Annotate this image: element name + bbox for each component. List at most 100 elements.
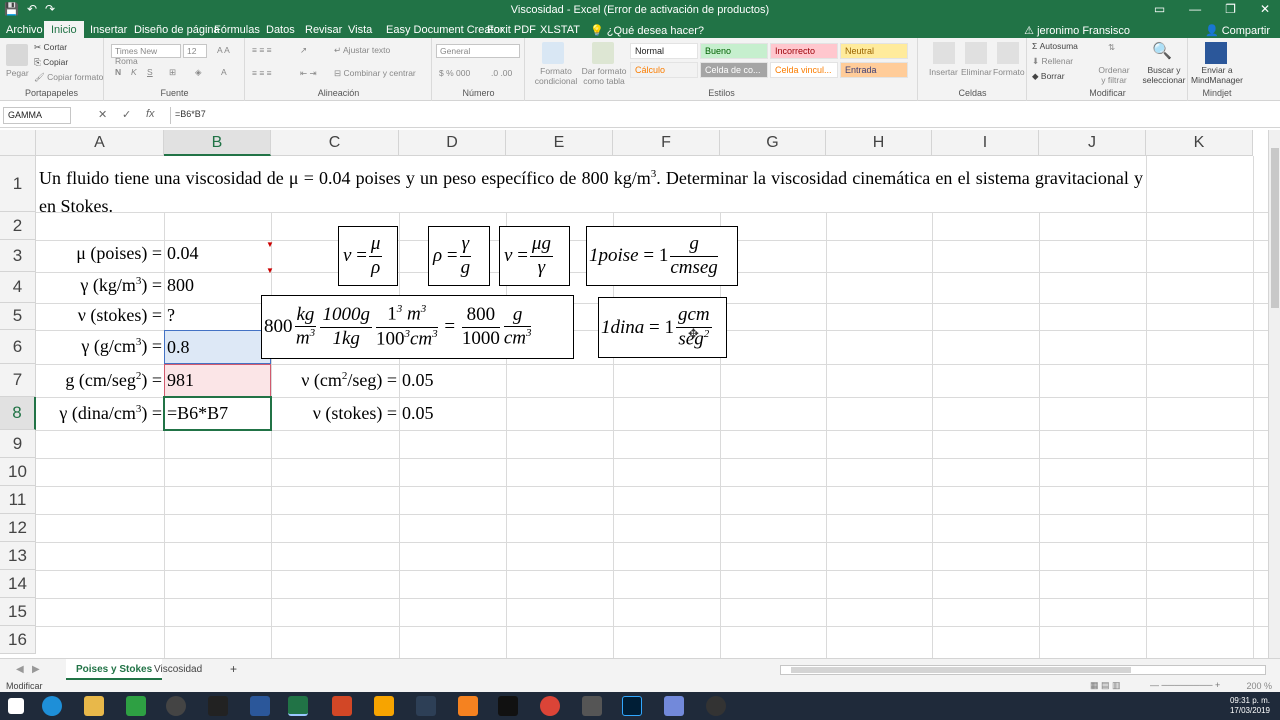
tab-archivo[interactable]: Archivo [6,23,43,37]
style-normal[interactable]: Normal [630,43,698,59]
clear-button[interactable]: ◆ Borrar [1032,71,1065,82]
cell-b8-editing[interactable]: =B6*B7 [167,403,228,424]
cell-d7[interactable]: 0.05 [402,370,434,391]
formula-input[interactable]: =B6*B7 [170,107,1268,124]
insert-function-button[interactable]: fx [146,108,155,120]
chrome-icon[interactable] [540,696,560,716]
align-top-icon[interactable]: ≡ ≡ ≡ [252,45,272,55]
ribbon-display-button[interactable]: ▭ [1154,2,1165,16]
column-header-d[interactable]: D [399,130,506,156]
file-explorer-icon[interactable] [84,696,104,716]
cancel-formula-button[interactable]: ✕ [98,108,107,121]
equation-rho-gamma-g[interactable]: ρ = γg [428,226,490,286]
paste-icon[interactable] [6,44,28,66]
word-icon[interactable] [250,696,270,716]
copy-button[interactable]: ⎘ Copiar [34,57,68,68]
format-cells-button[interactable]: Formato [993,67,1025,77]
row-header-7[interactable]: 7 [0,364,36,397]
bold-button[interactable]: N [115,67,121,77]
underline-button[interactable]: S [147,67,153,77]
italic-button[interactable]: K [131,67,137,77]
row-header-3[interactable]: 3 [0,240,36,272]
tab-diseno-pagina[interactable]: Diseño de página [134,23,220,37]
column-header-g[interactable]: G [720,130,826,156]
tab-foxit[interactable]: Foxit PDF [487,23,536,37]
font-name-combo[interactable]: Times New Roma [111,44,181,66]
sheet-tab-viscosidad[interactable]: Viscosidad [144,659,212,680]
column-header-b[interactable]: B [164,130,271,156]
orientation-icon[interactable]: ↗ [300,45,307,56]
horizontal-scrollbar-thumb[interactable] [791,667,1131,673]
column-header-i[interactable]: I [932,130,1039,156]
tab-easy-document[interactable]: Easy Document Creator [386,23,503,37]
cell-a5[interactable]: ν (stokes) = [36,305,162,326]
vertical-scrollbar[interactable] [1268,130,1280,658]
enter-formula-button[interactable]: ✓ [122,108,131,121]
share-button[interactable]: 👤 Compartir [1205,24,1270,37]
tell-me-search[interactable]: 💡 ¿Qué desea hacer? [590,23,704,38]
edge-icon[interactable] [42,696,62,716]
delete-cells-button[interactable]: Eliminar [961,67,992,77]
format-as-table-button[interactable]: Dar formato como tabla [580,66,628,86]
decimal-icon[interactable]: .0 .00 [491,68,512,78]
cell-a4[interactable]: γ (kg/m3) = [36,275,162,296]
row-header-16[interactable]: 16 [0,626,36,654]
cell-b4[interactable]: 800 [167,275,194,296]
zoom-level[interactable]: 200 % [1246,681,1272,691]
style-input[interactable]: Entrada [840,62,908,78]
style-linked-cell[interactable]: Celda vincul... [770,62,838,78]
row-header-1[interactable]: 1 [0,156,36,212]
column-header-f[interactable]: F [613,130,720,156]
store-icon[interactable] [126,696,146,716]
tab-xlstat[interactable]: XLSTAT [540,23,580,37]
row-header-9[interactable]: 9 [0,430,36,458]
taskbar-clock[interactable]: 09:31 p. m. 17/03/2019 [1230,696,1270,716]
indent-icon[interactable]: ⇤ ⇥ [300,68,317,79]
align-left-icon[interactable]: ≡ ≡ ≡ [252,68,272,78]
epic-games-icon[interactable] [498,696,518,716]
cell-a3[interactable]: μ (poises) = [36,243,162,264]
number-format-combo[interactable]: General [436,44,520,58]
user-account[interactable]: ⚠ jeronimo Fransisco [1024,24,1130,37]
column-header-c[interactable]: C [271,130,399,156]
equation-nu-mug-gamma[interactable]: ν = μg γ [499,226,570,286]
cell-a8[interactable]: γ (dina/cm3) = [36,403,162,424]
column-header-j[interactable]: J [1039,130,1146,156]
merge-center-button[interactable]: ⊟ Combinar y centrar [334,68,416,79]
photoshop-icon[interactable] [622,696,642,716]
mindmanager-icon[interactable] [1205,42,1227,64]
equation-dina[interactable]: 1dina = 1 gcm seg2 [598,297,727,358]
equation-unit-conversion[interactable]: 800 kg m3 1000g 1kg 13 m3 1003cm3 = 800 1000… [261,295,574,359]
row-header-5[interactable]: 5 [0,303,36,330]
style-bad[interactable]: Incorrecto [770,43,838,59]
zoom-slider[interactable]: — ──────── + [1150,680,1220,690]
equation-poise[interactable]: 1poise = 1 g cmseg [586,226,738,286]
row-header-8[interactable]: 8 [0,397,36,430]
column-header-a[interactable]: A [36,130,164,156]
search-icon[interactable]: 🔍 [1152,41,1172,61]
equation-nu-mu-rho[interactable]: ν = μρ [338,226,398,286]
close-button[interactable]: ✕ [1260,2,1270,16]
find-select-button[interactable]: Buscar y seleccionar [1140,65,1188,85]
row-header-2[interactable]: 2 [0,212,36,240]
vlc-icon[interactable] [458,696,478,716]
tab-datos[interactable]: Datos [266,23,295,37]
row-header-6[interactable]: 6 [0,330,36,364]
cell-b5[interactable]: ? [167,305,175,326]
cell-a7[interactable]: g (cm/seg2) = [36,370,162,391]
row-header-4[interactable]: 4 [0,272,36,303]
font-color-icon[interactable]: A [221,67,227,77]
format-painter-button[interactable]: 🖌 Copiar formato [34,72,103,83]
cell-a6[interactable]: γ (g/cm3) = [36,336,162,357]
view-normal-icon[interactable]: ▦ ▤ ▥ [1090,680,1121,691]
row-header-15[interactable]: 15 [0,598,36,626]
tab-insertar[interactable]: Insertar [90,23,127,37]
tab-formulas[interactable]: Fórmulas [214,23,260,37]
style-good[interactable]: Bueno [700,43,768,59]
app-icon[interactable] [416,696,436,716]
autosum-button[interactable]: Σ Autosuma [1032,41,1078,51]
horizontal-scrollbar[interactable] [780,665,1266,675]
sort-filter-button[interactable]: Ordenar y filtrar [1096,65,1132,85]
name-box[interactable]: GAMMA [3,107,71,124]
style-calculation[interactable]: Cálculo [630,62,698,78]
